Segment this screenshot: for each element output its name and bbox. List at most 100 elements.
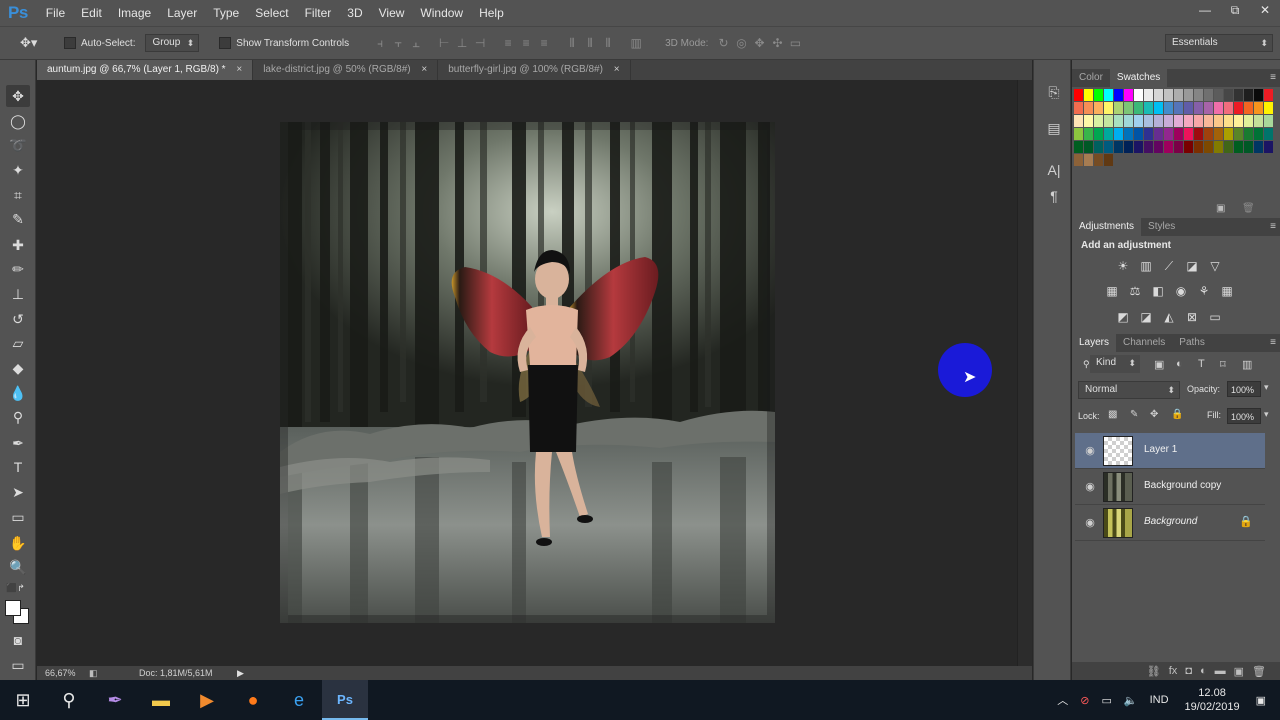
distribute-vcenter-icon[interactable]: ≡ [519, 36, 533, 50]
layer-filter-kind-dropdown[interactable]: Kind [1090, 355, 1140, 373]
color-swatch[interactable] [1124, 89, 1133, 101]
tab-butterfly-girl[interactable]: butterfly-girl.jpg @ 100% (RGB/8#) × [438, 60, 631, 80]
color-swatch[interactable] [1154, 141, 1163, 153]
dodge-tool-icon[interactable]: ⚲ [6, 406, 30, 428]
layer-name[interactable]: Layer 1 [1144, 444, 1177, 455]
color-swatch[interactable] [1184, 128, 1193, 140]
status-icon[interactable]: ◧ [89, 668, 109, 679]
eyedropper-tool-icon[interactable]: ✎ [6, 208, 30, 230]
color-swatch[interactable] [1114, 128, 1123, 140]
color-swatch[interactable] [1104, 128, 1113, 140]
color-swatch[interactable] [1114, 115, 1123, 127]
zoom-tool-icon[interactable]: 🔍 [6, 556, 30, 578]
search-icon[interactable]: ⚲ [46, 680, 92, 720]
fill-arrow-icon[interactable]: ▾ [1264, 409, 1269, 420]
color-swatch[interactable] [1104, 102, 1113, 114]
channel-mixer-icon[interactable]: ⚘ [1196, 283, 1212, 299]
color-lookup-icon[interactable]: ▦ [1219, 283, 1235, 299]
fill-field[interactable]: 100% [1227, 408, 1261, 424]
selective-color-icon[interactable]: ⊠ [1184, 309, 1200, 325]
distribute-bottom-icon[interactable]: ≡ [537, 36, 551, 50]
color-swatch[interactable] [1214, 102, 1223, 114]
delete-layer-icon[interactable]: 🗑 [1252, 665, 1266, 678]
language-indicator[interactable]: IND [1144, 694, 1175, 706]
tab-channels[interactable]: Channels [1116, 334, 1172, 352]
color-swatch[interactable] [1224, 89, 1233, 101]
color-swatch[interactable] [1084, 141, 1093, 153]
color-swatch[interactable] [1174, 128, 1183, 140]
color-swatch[interactable] [1104, 141, 1113, 153]
filter-shape-icon[interactable]: ⌑ [1220, 358, 1226, 371]
threshold-icon[interactable]: ◭ [1161, 309, 1177, 325]
gradient-map-icon[interactable]: ▭ [1207, 309, 1223, 325]
color-swatch[interactable] [1254, 115, 1263, 127]
color-swatch[interactable] [1194, 128, 1203, 140]
color-swatch[interactable] [1204, 102, 1213, 114]
paint-bucket-tool-icon[interactable]: ◆ [6, 357, 30, 379]
3d-rotate-icon[interactable]: ↻ [716, 36, 730, 50]
menu-type[interactable]: Type [205, 0, 247, 26]
close-button[interactable]: ✕ [1250, 0, 1280, 20]
restore-button[interactable]: ⧉ [1220, 0, 1250, 20]
battery-icon[interactable]: ▭ [1095, 694, 1117, 707]
color-swatch[interactable] [1114, 102, 1123, 114]
new-layer-icon[interactable]: ▣ [1234, 665, 1244, 678]
character-panel-icon[interactable]: A| [1044, 160, 1064, 180]
color-swatch[interactable] [1164, 128, 1173, 140]
color-swatch[interactable] [1214, 141, 1223, 153]
curves-icon[interactable]: ⟋ [1161, 258, 1177, 274]
color-swatch[interactable] [1214, 89, 1223, 101]
color-swatch[interactable] [1164, 89, 1173, 101]
move-tool-preset-icon[interactable]: ✥▾ [20, 35, 50, 51]
visibility-eye-icon[interactable]: ◉ [1083, 480, 1097, 494]
filter-type-icon[interactable]: T [1198, 358, 1205, 370]
color-swatch[interactable] [1104, 154, 1113, 166]
tab-adjustments[interactable]: Adjustments [1072, 218, 1142, 236]
menu-window[interactable]: Window [412, 0, 471, 26]
tab-styles[interactable]: Styles [1141, 218, 1182, 236]
close-tab-icon[interactable]: × [614, 64, 620, 75]
color-swatch[interactable] [1094, 141, 1103, 153]
color-swatch[interactable] [1224, 141, 1233, 153]
color-swatch[interactable] [1104, 115, 1113, 127]
color-swatch[interactable] [1254, 128, 1263, 140]
properties-panel-icon[interactable]: ▤ [1044, 118, 1064, 138]
photoshop-taskbar-icon[interactable]: Ps [322, 680, 368, 720]
3d-scale-icon[interactable]: ▭ [788, 36, 802, 50]
tab-color[interactable]: Color [1072, 69, 1110, 87]
path-selection-tool-icon[interactable]: ➤ [6, 481, 30, 503]
color-swatch[interactable] [1074, 141, 1083, 153]
color-swatch[interactable] [1224, 128, 1233, 140]
color-swatch[interactable] [1074, 89, 1083, 101]
show-transform-checkbox[interactable] [219, 37, 232, 49]
color-swatch[interactable] [1134, 115, 1143, 127]
color-swatch[interactable] [1164, 115, 1173, 127]
color-swatch[interactable] [1124, 128, 1133, 140]
color-swatch[interactable] [1134, 102, 1143, 114]
color-swatch[interactable] [1114, 141, 1123, 153]
opacity-field[interactable]: 100% [1227, 381, 1261, 397]
color-swatch[interactable] [1144, 128, 1153, 140]
swatches-grid[interactable] [1072, 88, 1280, 208]
color-swatch[interactable] [1234, 141, 1243, 153]
black-white-icon[interactable]: ◧ [1150, 283, 1166, 299]
minimize-button[interactable]: — [1190, 0, 1220, 20]
color-swatch[interactable] [1254, 102, 1263, 114]
align-vcenter-icon[interactable]: ⫟ [391, 36, 405, 50]
color-swatch[interactable] [1084, 154, 1093, 166]
edge-icon[interactable]: e [276, 680, 322, 720]
hue-saturation-icon[interactable]: ▦ [1104, 283, 1120, 299]
color-swatch[interactable] [1134, 141, 1143, 153]
vibrance-icon[interactable]: ▽ [1207, 258, 1223, 274]
menu-file[interactable]: File [38, 0, 73, 26]
tab-paths[interactable]: Paths [1172, 334, 1212, 352]
vertical-scrollbar[interactable] [1017, 80, 1032, 666]
color-swatch[interactable] [1214, 128, 1223, 140]
menu-layer[interactable]: Layer [159, 0, 205, 26]
network-warning-icon[interactable]: ⊘ [1074, 694, 1095, 707]
align-right-icon[interactable]: ⊣ [473, 36, 487, 50]
color-swatch[interactable] [1264, 115, 1273, 127]
workspace-dropdown[interactable]: Essentials [1165, 34, 1273, 52]
color-swatch[interactable] [1174, 141, 1183, 153]
show-hidden-icons-icon[interactable]: ︿ [1051, 692, 1074, 708]
